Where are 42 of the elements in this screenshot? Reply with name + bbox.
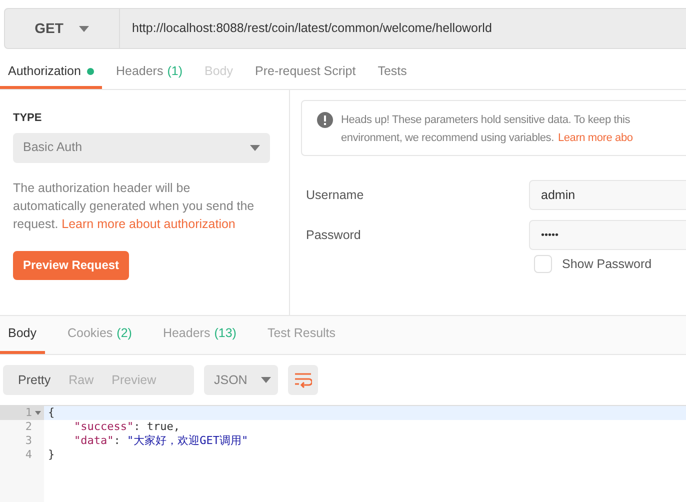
auth-type-dropdown[interactable]: Basic Auth [13,132,270,162]
notice-text: Heads up! These parameters hold sensitive data. To keep this [341,113,632,128]
learn-more-link[interactable]: Learn more abo [558,129,633,147]
response-tab[interactable]: Cookies (2) [60,316,140,354]
auth-description: The authorization header will be automatically generated when you send the request. Learn more about authorization [13,180,256,232]
view-mode-tab[interactable]: Raw [60,368,103,392]
password-field[interactable]: ••••• [529,220,686,250]
request-tab[interactable]: Authorization [0,57,102,89]
username-label: Username [305,186,365,204]
learn-more-link[interactable]: Learn more about authorization [62,216,236,230]
fold-icon[interactable] [34,411,40,415]
view-mode-tab[interactable]: Pretty [9,368,60,392]
username-field[interactable]: admin [529,180,686,210]
response-tab[interactable]: Test Results [259,316,344,354]
url-field[interactable]: http://localhost:8088/rest/coin/latest/common/welcome/helloworld [120,8,686,49]
request-tab[interactable]: Tests [370,57,415,89]
request-tab[interactable]: Pre-request Script [247,57,364,89]
line-number: 2 [25,420,32,434]
password-label: Password [305,226,362,244]
response-tab[interactable]: Headers (13) [154,316,244,354]
preview-request-button[interactable]: Preview Request [13,250,130,280]
response-tab[interactable]: Body [0,316,44,354]
method-dropdown[interactable]: GET [4,8,120,49]
caret-icon [250,144,260,150]
show-password-label: Show Password [562,256,652,273]
code-line: } [47,448,56,462]
line-number: 1 [25,406,32,420]
notice-text: environment, we recommend using variables. [341,131,554,146]
format-dropdown[interactable]: JSON [204,365,278,395]
line-number: 3 [25,434,32,448]
code-line: "success": true, [73,420,181,434]
view-mode-tab[interactable]: Preview [102,368,166,392]
warning-icon [317,112,333,128]
wrap-lines-icon [294,372,312,388]
show-password-checkbox[interactable] [534,255,552,274]
line-number: 4 [25,448,32,462]
request-tab[interactable]: Headers (1) [108,57,190,89]
type-label: TYPE [13,111,43,126]
caret-icon [79,26,90,32]
code-line: "data": "大家好，欢迎GET调用" [73,434,250,448]
wrap-lines-button[interactable] [288,365,318,395]
caret-icon [261,377,272,383]
